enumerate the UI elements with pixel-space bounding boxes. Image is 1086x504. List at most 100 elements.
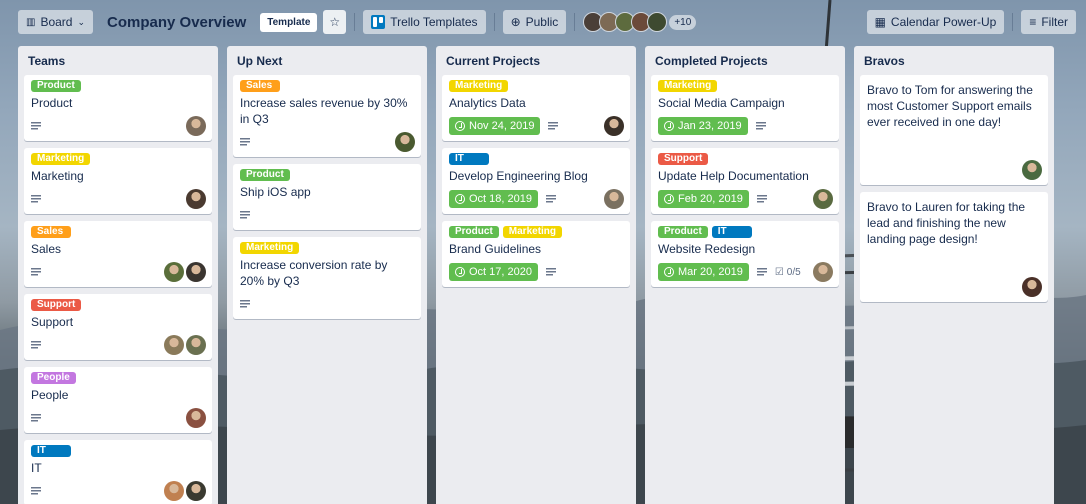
avatar[interactable] [647,12,668,32]
label-it[interactable]: IT [449,153,489,165]
list: Bravos Bravo to Tom for answering the mos… [854,46,1054,504]
label-product[interactable]: Product [449,226,499,238]
list-title[interactable]: Up Next [233,46,421,75]
label-sales[interactable]: Sales [240,80,280,92]
star-button[interactable]: ☆ [323,10,347,34]
card[interactable]: Sales Increase sales revenue by 30% in Q3 [233,75,421,157]
card[interactable]: Bravo to Tom for answering the most Cust… [860,75,1048,185]
calendar-powerup-button[interactable]: ▦ Calendar Power-Up [866,10,1005,34]
due-date-badge[interactable]: Mar 20, 2019 [658,263,749,281]
board-members[interactable]: +10 [583,12,697,32]
due-date-badge[interactable]: Feb 20, 2019 [658,190,749,208]
filter-icon: ≡ [1029,15,1037,29]
avatar[interactable] [395,132,415,152]
card-badges [240,205,414,225]
card[interactable]: Product Ship iOS app [233,164,421,230]
trello-templates-button[interactable]: Trello Templates [363,10,486,34]
trello-logo-icon [371,15,386,29]
label-marketing[interactable]: Marketing [449,80,509,92]
header-divider [354,13,356,31]
avatar[interactable] [186,116,206,136]
board-view-switcher[interactable]: ▥ Board ⌄ [18,10,94,34]
card[interactable]: Support Support [24,294,212,360]
avatar[interactable] [186,189,206,209]
list-title[interactable]: Current Projects [442,46,630,75]
card-labels: Product IT [658,226,832,238]
avatar[interactable] [186,262,206,282]
card[interactable]: Product Product [24,75,212,141]
label-it[interactable]: IT [31,445,71,457]
list: Up Next Sales Increase sales revenue by 30… [227,46,427,504]
card[interactable]: Product Marketing Brand Guidelines Oct 17, … [442,221,630,287]
list-title[interactable]: Completed Projects [651,46,839,75]
card[interactable]: Marketing Analytics Data Nov 24, 2019 [442,75,630,141]
due-date-badge[interactable]: Oct 17, 2020 [449,263,538,281]
card[interactable]: Marketing Social Media Campaign Jan 23, 20… [651,75,839,141]
visibility-button[interactable]: ⊕ Public [502,10,567,34]
label-product[interactable]: Product [658,226,708,238]
calendar-icon: ▦ [874,15,886,29]
card[interactable]: People People [24,367,212,433]
header-divider [493,13,495,31]
avatar[interactable] [186,481,206,501]
card-title: Bravo to Lauren for taking the lead and … [867,200,1026,246]
avatar[interactable] [813,189,833,209]
card-title: Social Media Campaign [658,96,785,110]
card[interactable]: Bravo to Lauren for taking the lead and … [860,192,1048,302]
card[interactable]: Marketing Marketing [24,148,212,214]
card[interactable]: Support Update Help Documentation Feb 20, … [651,148,839,214]
label-marketing[interactable]: Marketing [502,226,563,238]
label-marketing[interactable]: Marketing [31,153,91,165]
card-members [813,189,833,209]
card-members [164,335,206,355]
avatar[interactable] [604,116,624,136]
avatar[interactable] [604,189,624,209]
avatar[interactable] [1022,277,1042,297]
label-marketing[interactable]: Marketing [658,80,718,92]
description-icon [546,195,556,203]
trello-templates-label: Trello Templates [390,15,478,29]
avatar[interactable] [186,335,206,355]
list-title[interactable]: Teams [24,46,212,75]
card[interactable]: Marketing Increase conversion rate by 20%… [233,237,421,319]
card[interactable]: IT IT [24,440,212,504]
description-icon [755,122,766,130]
more-members-count[interactable]: +10 [669,14,697,30]
star-icon: ☆ [329,15,341,29]
filter-button[interactable]: ≡ Filter [1021,10,1076,34]
list-title[interactable]: Bravos [860,46,1048,75]
due-date-badge[interactable]: Nov 24, 2019 [449,117,541,135]
calendar-label: Calendar Power-Up [890,15,997,29]
board-title[interactable]: Company Overview [99,14,254,31]
list: Teams Product Product Marketing Marketing Sal… [18,46,218,504]
label-support[interactable]: Support [658,153,709,165]
label-marketing[interactable]: Marketing [240,242,300,254]
avatar[interactable] [164,262,184,282]
card-labels: Product [240,169,414,181]
label-product[interactable]: Product [240,169,290,181]
label-sales[interactable]: Sales [31,226,71,238]
board-view-label: Board [40,15,73,29]
card[interactable]: Sales Sales [24,221,212,287]
avatar[interactable] [813,262,833,282]
card-members [1022,160,1042,180]
label-people[interactable]: People [31,372,76,384]
avatar[interactable] [186,408,206,428]
card[interactable]: Product IT Website Redesign Mar 20, 2019 ☑ 0/… [651,221,839,287]
card-title: Analytics Data [449,96,526,110]
avatar[interactable] [164,335,184,355]
clock-icon [664,267,674,277]
label-support[interactable]: Support [31,299,82,311]
card[interactable]: IT Develop Engineering Blog Oct 18, 2019 [442,148,630,214]
clock-icon [664,194,674,204]
clock-icon [664,121,674,131]
label-it[interactable]: IT [711,226,752,238]
due-date-badge[interactable]: Jan 23, 2019 [658,117,748,135]
label-product[interactable]: Product [31,80,81,92]
card-labels: Sales [31,226,205,238]
avatar[interactable] [164,481,184,501]
card-labels: Marketing [240,242,414,254]
card-members [604,189,624,209]
due-date-badge[interactable]: Oct 18, 2019 [449,190,538,208]
avatar[interactable] [1022,160,1042,180]
